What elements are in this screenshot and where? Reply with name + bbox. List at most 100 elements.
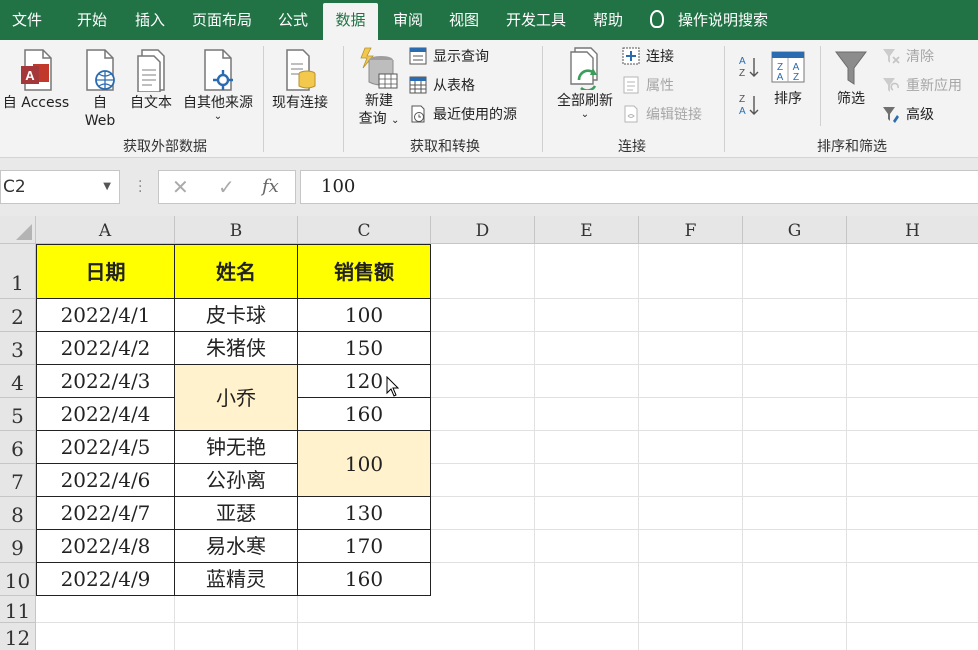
name-box[interactable]: C2 ▼ (0, 170, 120, 204)
tab-developer[interactable]: 开发工具 (496, 0, 576, 40)
name-cell[interactable]: 钟无艳 (175, 431, 298, 464)
existing-connections-button[interactable]: 现有连接 (268, 48, 332, 112)
recent-sources-button[interactable]: 最近使用的源 (409, 104, 517, 126)
column-header-e[interactable]: E (535, 216, 639, 244)
tab-help[interactable]: 帮助 (580, 0, 636, 40)
sort-button[interactable]: Z A A Z 排序 (766, 50, 810, 108)
group-separator (724, 46, 725, 152)
row-header-9[interactable]: 9 (0, 530, 36, 563)
from-other-dropdown-icon: ⌄ (213, 111, 223, 122)
enter-check-icon[interactable]: ✓ (218, 172, 235, 202)
from-table-label: 从表格 (433, 78, 475, 94)
gridline (431, 364, 978, 365)
sales-cell-selected[interactable]: 100 (298, 299, 431, 332)
row-header-5[interactable]: 5 (0, 398, 36, 431)
header-cell-name[interactable]: 姓名 (175, 244, 298, 299)
reapply-button[interactable]: 重新应用 (882, 75, 962, 97)
svg-text:A: A (25, 68, 35, 83)
name-cell[interactable]: 易水寒 (175, 530, 298, 563)
sales-cell-merged[interactable]: 100 (298, 431, 431, 497)
row-header-6[interactable]: 6 (0, 431, 36, 464)
name-cell[interactable]: 蓝精灵 (175, 563, 298, 596)
row-header-2[interactable]: 2 (0, 299, 36, 332)
from-table-button[interactable]: 从表格 (409, 75, 475, 97)
from-access-button[interactable]: A 自 Access (0, 48, 72, 112)
date-cell[interactable]: 2022/4/8 (36, 530, 175, 563)
tab-file[interactable]: 文件 (0, 0, 54, 40)
name-cell[interactable]: 公孙离 (175, 464, 298, 497)
row-header-4[interactable]: 4 (0, 365, 36, 398)
date-cell[interactable]: 2022/4/9 (36, 563, 175, 596)
row-header-1[interactable]: 1 (0, 244, 36, 299)
properties-button[interactable]: 属性 (622, 75, 674, 97)
row-header-10[interactable]: 10 (0, 563, 36, 596)
refresh-all-label: 全部刷新 (557, 93, 613, 109)
sales-cell[interactable]: 120 (298, 365, 431, 398)
date-cell[interactable]: 2022/4/2 (36, 332, 175, 365)
cancel-icon[interactable]: ✕ (172, 172, 189, 202)
from-web-label-2: Web (84, 113, 116, 129)
name-cell[interactable]: 皮卡球 (175, 299, 298, 332)
gridline (431, 298, 978, 299)
edit-links-label: 编辑链接 (646, 107, 702, 123)
sort-descending-button[interactable]: ZA (738, 92, 760, 117)
row-header-11[interactable]: 11 (0, 596, 36, 623)
sales-cell[interactable]: 170 (298, 530, 431, 563)
header-cell-sales[interactable]: 销售额 (298, 244, 431, 299)
refresh-all-button[interactable]: 全部刷新 ⌄ (552, 46, 618, 120)
tab-data[interactable]: 数据 (323, 3, 378, 40)
formula-bar-grip-icon[interactable]: · · · (138, 175, 142, 199)
date-cell[interactable]: 2022/4/5 (36, 431, 175, 464)
clear-filter-button[interactable]: 清除 (882, 46, 934, 68)
date-cell[interactable]: 2022/4/6 (36, 464, 175, 497)
advanced-filter-button[interactable]: 高级 (882, 104, 934, 126)
row-header-7[interactable]: 7 (0, 464, 36, 497)
tab-formulas[interactable]: 公式 (266, 0, 320, 40)
sort-ascending-button[interactable]: AZ (738, 54, 760, 79)
column-header-f[interactable]: F (639, 216, 743, 244)
sales-cell[interactable]: 160 (298, 398, 431, 431)
connections-button[interactable]: 连接 (622, 46, 674, 68)
column-header-c[interactable]: C (298, 216, 431, 244)
column-header-a[interactable]: A (36, 216, 175, 244)
name-cell[interactable]: 朱猪侠 (175, 332, 298, 365)
sales-cell[interactable]: 160 (298, 563, 431, 596)
group-separator (343, 46, 344, 152)
tab-page-layout[interactable]: 页面布局 (182, 0, 262, 40)
date-cell[interactable]: 2022/4/1 (36, 299, 175, 332)
row-header-8[interactable]: 8 (0, 497, 36, 530)
header-cell-date[interactable]: 日期 (36, 244, 175, 299)
table-icon (409, 76, 427, 94)
column-header-d[interactable]: D (431, 216, 535, 244)
edit-links-button[interactable]: 编辑链接 (622, 104, 702, 126)
formula-input[interactable]: 100 (300, 170, 978, 204)
tab-view[interactable]: 视图 (436, 0, 492, 40)
new-query-button[interactable]: 新建 查询 ⌄ (352, 46, 406, 130)
insert-function-icon[interactable]: fx (262, 172, 279, 202)
sales-cell[interactable]: 130 (298, 497, 431, 530)
filter-button[interactable]: 筛选 (828, 50, 874, 108)
show-queries-button[interactable]: 显示查询 (409, 46, 489, 68)
select-all-corner[interactable] (0, 216, 36, 244)
sales-cell[interactable]: 150 (298, 332, 431, 365)
name-cell-merged[interactable]: 小乔 (175, 365, 298, 431)
row-header-12[interactable]: 12 (0, 623, 36, 650)
column-header-h[interactable]: H (847, 216, 978, 244)
from-web-button[interactable]: 自 Web (80, 48, 120, 130)
date-cell[interactable]: 2022/4/3 (36, 365, 175, 398)
date-cell[interactable]: 2022/4/4 (36, 398, 175, 431)
name-cell[interactable]: 亚瑟 (175, 497, 298, 530)
tab-insert[interactable]: 插入 (122, 0, 178, 40)
tell-me-search[interactable]: 操作说明搜索 (650, 0, 768, 40)
name-box-dropdown-icon[interactable]: ▼ (103, 171, 111, 203)
column-header-g[interactable]: G (743, 216, 847, 244)
column-header-b[interactable]: B (175, 216, 298, 244)
tab-review[interactable]: 审阅 (380, 0, 436, 40)
new-query-label-1: 新建 (365, 93, 393, 109)
tab-home[interactable]: 开始 (64, 0, 120, 40)
from-text-button[interactable]: 自文本 (127, 48, 175, 112)
recent-sources-label: 最近使用的源 (433, 107, 517, 123)
date-cell[interactable]: 2022/4/7 (36, 497, 175, 530)
row-header-3[interactable]: 3 (0, 332, 36, 365)
from-other-sources-button[interactable]: 自其他来源 ⌄ (178, 48, 258, 122)
